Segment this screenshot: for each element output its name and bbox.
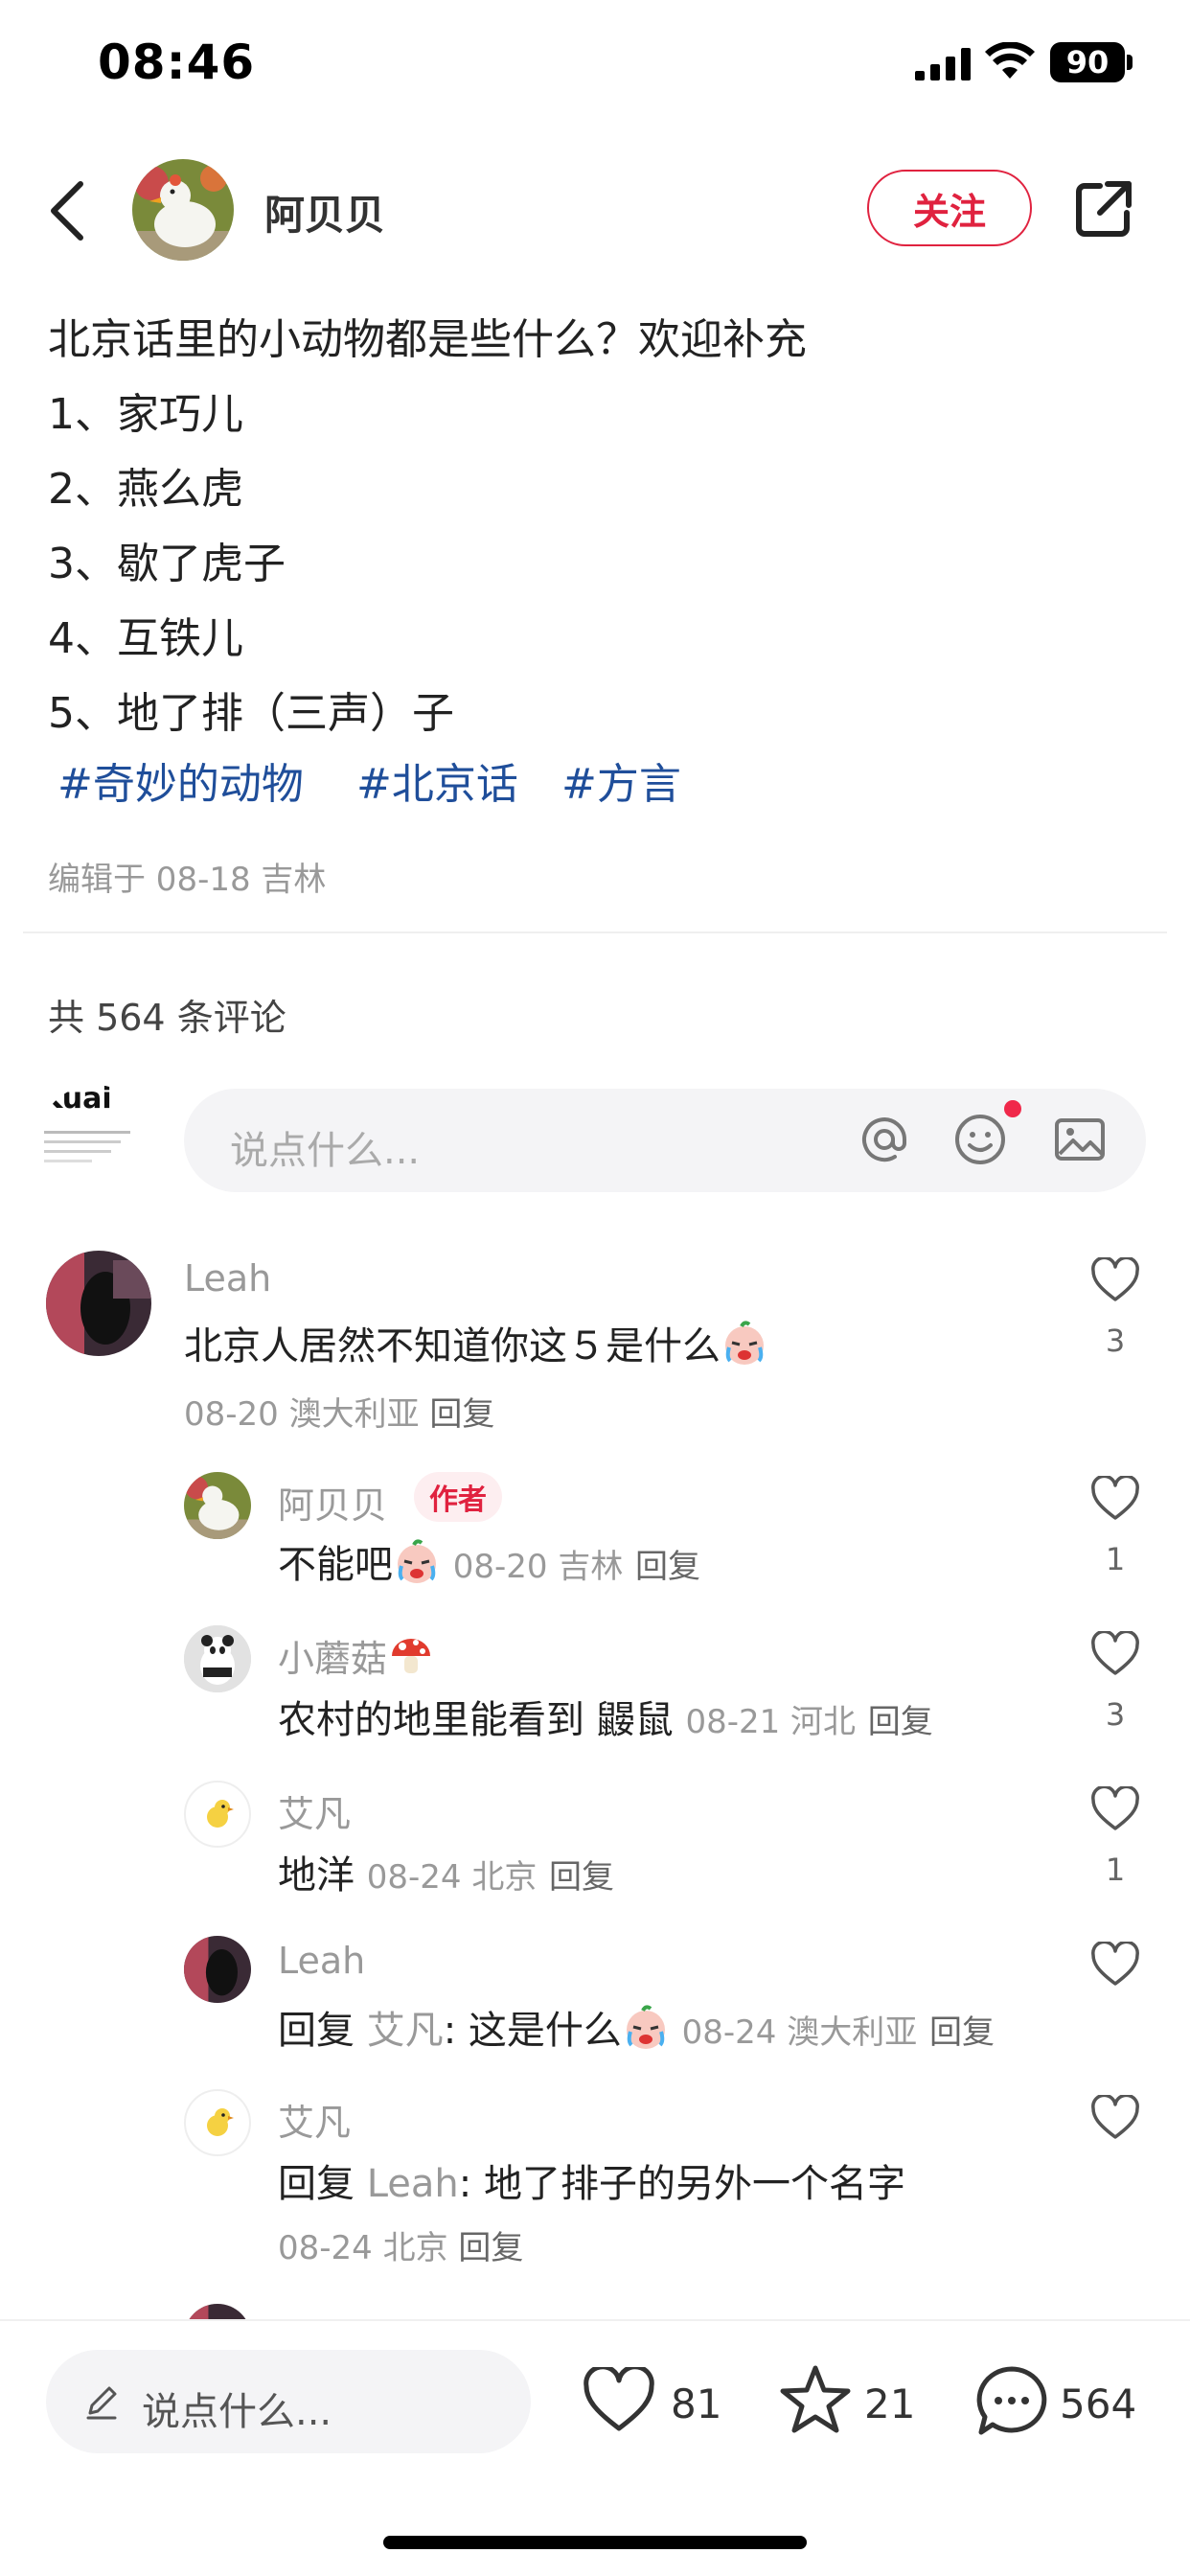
mention-icon[interactable] (857, 1112, 912, 1167)
comment-meta: 08-20 澳大利亚 回复 (184, 1388, 494, 1435)
like-heart-icon[interactable] (1090, 1257, 1140, 1303)
reply-to-name[interactable]: 艾凡 (367, 2009, 444, 2053)
replier-avatar[interactable] (184, 1781, 251, 1848)
hashtag-link[interactable]: #方言 (561, 749, 681, 811)
replier-name[interactable]: 阿贝贝 (278, 1476, 387, 1529)
reply-text-content: 地洋 (278, 1853, 355, 1898)
like-heart-icon[interactable] (1090, 2095, 1140, 2141)
hashtag-link[interactable]: #奇妙的动物 (57, 749, 304, 811)
reply-date-location: 08-24 北京 (278, 2229, 448, 2267)
notification-dot (1004, 1100, 1021, 1117)
like-heart-icon[interactable] (1090, 1631, 1140, 1677)
reply-text-content: : 地了排子的另外一个名字 (458, 2162, 905, 2206)
back-icon[interactable] (48, 180, 86, 242)
replier-avatar[interactable] (184, 1625, 251, 1692)
battery-tip (1127, 55, 1133, 70)
pencil-icon (86, 2386, 117, 2420)
replier-name-text: 小蘑菇 (278, 1638, 388, 1680)
my-avatar-text: Kuai (40, 1085, 112, 1116)
follow-button[interactable]: 关注 (867, 170, 1032, 246)
reply-date-location: 08-20 吉林 (452, 1548, 624, 1586)
comment-count: 共 564 条评论 (48, 997, 286, 1039)
like-heart-icon[interactable] (1090, 1942, 1140, 1988)
author-badge: 作者 (414, 1472, 502, 1522)
post-line: 2、燕么虎 (48, 465, 243, 514)
reply-date-location: 08-21 河北 (685, 1703, 857, 1741)
battery-level: 90 (1050, 42, 1125, 82)
reply-prefix: 回复 (278, 2009, 355, 2053)
comment-text: 北京人居然不知道你这５是什么 (184, 1315, 768, 1370)
reply-text-content: : 这是什么 (443, 2009, 622, 2053)
like-count: 81 (671, 2380, 722, 2427)
replier-avatar[interactable] (184, 1472, 251, 1539)
reply-button[interactable]: 回复 (549, 1858, 614, 1897)
emoji-icon[interactable] (952, 1112, 1008, 1167)
like-heart-icon[interactable] (1090, 1476, 1140, 1522)
commenter-avatar[interactable] (46, 1251, 151, 1356)
replier-name[interactable]: 艾凡 (278, 1784, 351, 1837)
author-avatar[interactable] (132, 159, 234, 261)
reply-text: 农村的地里能看到 鼹鼠 08-21 河北 回复 (278, 1689, 933, 1744)
replier-avatar[interactable] (184, 1936, 251, 2003)
my-avatar[interactable]: Kuai (38, 1085, 151, 1198)
reply-date-location: 08-24 澳大利亚 (681, 2013, 918, 2052)
wifi-icon (985, 42, 1035, 79)
like-count: 3 (1105, 1696, 1126, 1733)
reply-prefix: 回复 (278, 2162, 355, 2206)
reply-button[interactable]: 回复 (929, 2013, 995, 2052)
crying-emoji-icon (725, 1321, 764, 1365)
comment-input-placeholder[interactable]: 说点什么... (230, 1119, 420, 1175)
replier-avatar[interactable] (184, 2089, 251, 2156)
status-time: 08:46 (98, 34, 256, 90)
replier-name[interactable]: Leah (278, 1940, 365, 1982)
reply-button[interactable]: 回复 (458, 2229, 523, 2267)
like-icon[interactable] (583, 2367, 655, 2434)
reply-text: 地洋 08-24 北京 回复 (278, 1844, 614, 1899)
reply-meta: 08-24 北京 回复 (278, 2221, 523, 2268)
comment-bubble-icon[interactable] (973, 2363, 1050, 2438)
home-indicator[interactable] (383, 2536, 807, 2549)
post-line: 4、互铁儿 (48, 614, 243, 663)
like-heart-icon[interactable] (1090, 1786, 1140, 1832)
post-line: 5、地了排（三声）子 (48, 689, 454, 738)
like-count: 1 (1105, 1852, 1126, 1888)
bottom-input-placeholder[interactable]: 说点什么... (142, 2380, 332, 2436)
author-name[interactable]: 阿贝贝 (264, 183, 385, 242)
hashtag-link[interactable]: #北京话 (356, 749, 518, 811)
cellular-signal-icon (915, 48, 971, 80)
divider (23, 932, 1167, 933)
mushroom-icon (392, 1639, 431, 1673)
share-icon[interactable] (1073, 178, 1134, 240)
comment-text-content: 北京人居然不知道你这５是什么 (184, 1324, 721, 1368)
replier-name[interactable]: 艾凡 (278, 2093, 351, 2146)
crying-emoji-icon (626, 2005, 665, 2049)
post-line: 1、家巧儿 (48, 390, 243, 439)
reply-text: 回复 Leah: 地了排子的另外一个名字 (278, 2152, 905, 2208)
bottom-divider (0, 2319, 1190, 2321)
like-count: 1 (1105, 1541, 1126, 1577)
like-count: 3 (1105, 1322, 1126, 1359)
post-title: 北京话里的小动物都是些什么？欢迎补充 (48, 315, 807, 364)
post-line: 3、歇了虎子 (48, 540, 286, 588)
commenter-name[interactable]: Leah (184, 1257, 271, 1300)
comment-count-bottom: 564 (1060, 2380, 1137, 2427)
reply-date-location: 08-24 北京 (366, 1858, 538, 1897)
favorite-star-icon[interactable] (778, 2363, 853, 2436)
reply-text: 回复 艾凡: 这是什么 08-24 澳大利亚 回复 (278, 1999, 995, 2055)
reply-to-name[interactable]: Leah (367, 2162, 459, 2206)
reply-button[interactable]: 回复 (868, 1703, 933, 1741)
reply-button[interactable]: 回复 (429, 1395, 494, 1434)
reply-text-content: 不能吧 (278, 1543, 393, 1587)
image-icon[interactable] (1052, 1112, 1108, 1167)
crying-emoji-icon (398, 1539, 436, 1583)
comment-date-location: 08-20 澳大利亚 (184, 1395, 420, 1434)
favorite-count: 21 (864, 2380, 916, 2427)
reply-text-content: 农村的地里能看到 鼹鼠 (278, 1698, 674, 1742)
reply-text: 不能吧 08-20 吉林 回复 (278, 1533, 700, 1589)
reply-button[interactable]: 回复 (635, 1548, 700, 1586)
edit-meta: 编辑于 08-18 吉林 (48, 861, 327, 899)
replier-name[interactable]: 小蘑菇 (278, 1629, 435, 1682)
